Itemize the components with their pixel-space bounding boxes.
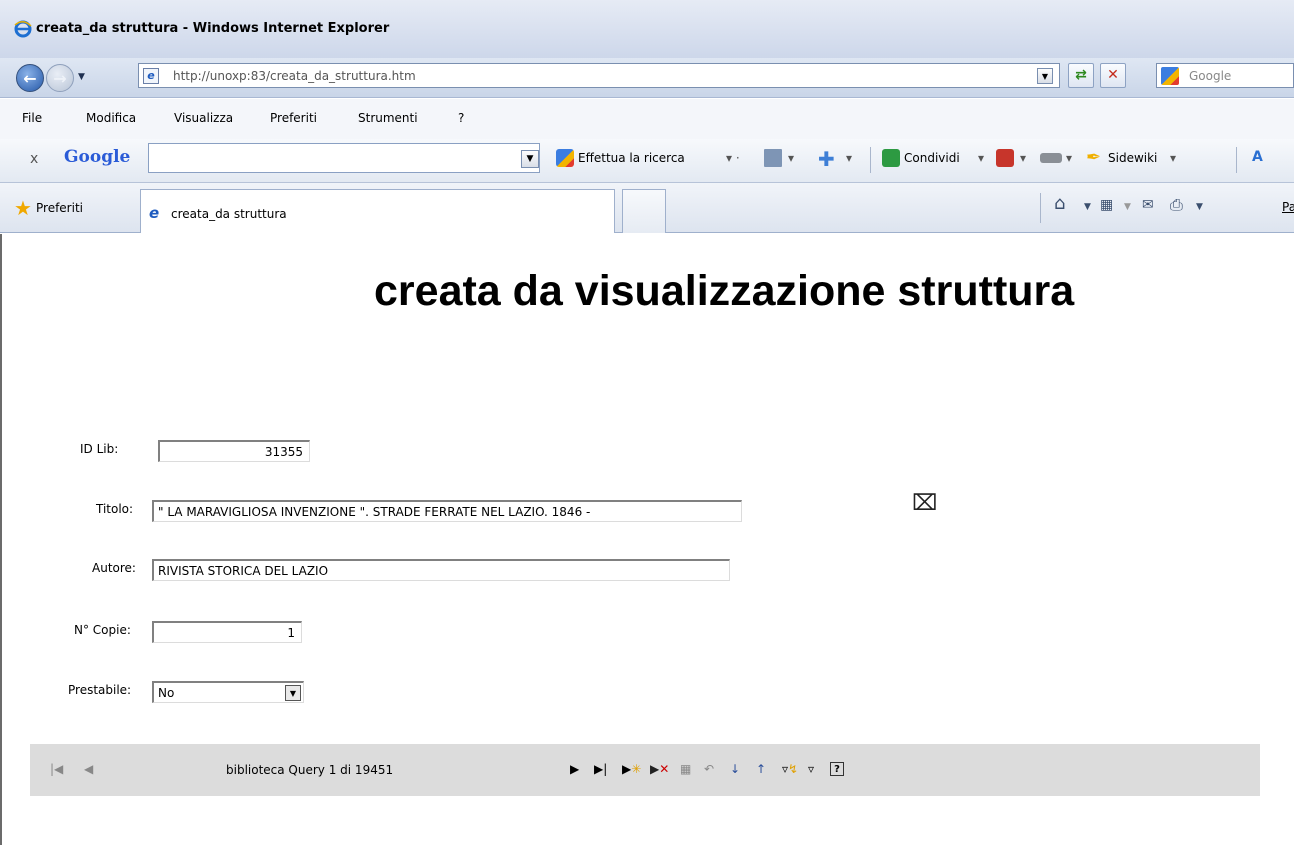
last-record-icon[interactable]: ▶| [594, 762, 607, 776]
favorites-label[interactable]: Preferiti [36, 201, 83, 215]
new-record-icon[interactable]: ▶✳ [622, 762, 641, 776]
search-input[interactable]: Google [1156, 63, 1294, 88]
stop-button[interactable]: ✕ [1100, 63, 1126, 88]
page-menu-button[interactable]: Pa [1282, 200, 1294, 214]
record-navigation-bar: |◀ ◀ biblioteca Query 1 di 19451 ▶ ▶| ▶✳… [30, 744, 1260, 796]
favorites-bar: ★ Preferiti e creata_da struttura ⌂ ▼ ▦ … [0, 183, 1294, 233]
toolbar-separator [1236, 147, 1237, 173]
add-button-icon[interactable]: ✚ [818, 147, 835, 171]
back-button[interactable]: ← [16, 64, 44, 92]
copie-field[interactable]: 1 [152, 621, 302, 643]
menu-visualizza[interactable]: Visualizza [174, 111, 233, 125]
tool-dropdown-icon[interactable]: ▾ [1066, 151, 1072, 165]
ie-tab-icon: e [149, 204, 160, 222]
delete-record-icon[interactable]: ▶✕ [650, 762, 669, 776]
save-record-icon[interactable]: ▦ [680, 762, 691, 776]
google-search-dropdown-icon[interactable]: ▼ [521, 150, 539, 168]
spellcheck-icon[interactable]: A [1252, 149, 1263, 165]
home-icon[interactable]: ⌂ [1054, 193, 1065, 214]
previous-record-icon[interactable]: ◀ [84, 762, 93, 776]
autore-label: Autore: [92, 561, 136, 575]
share-dropdown-icon[interactable]: ▾ [978, 151, 984, 165]
prestabile-label: Prestabile: [68, 683, 132, 697]
print-dropdown-icon[interactable]: ▼ [1196, 202, 1203, 212]
printer-icon[interactable]: ⎙ [1170, 195, 1183, 215]
refresh-button[interactable]: ⇄ [1068, 63, 1094, 88]
autore-field[interactable]: RIVISTA STORICA DEL LAZIO [152, 559, 730, 581]
filter-icon[interactable]: ▿ [808, 762, 814, 776]
history-dropdown-icon[interactable]: ▼ [78, 72, 85, 82]
menu-modifica[interactable]: Modifica [86, 111, 136, 125]
filter-by-selection-icon[interactable]: ▿↯ [782, 762, 798, 776]
stop-icon: ✕ [1107, 67, 1119, 83]
popup-dropdown-icon[interactable]: ▾ [1020, 151, 1026, 165]
titolo-field[interactable]: " LA MARAVIGLIOSA INVENZIONE ". STRADE F… [152, 500, 742, 522]
sort-ascending-icon[interactable]: ↓ [730, 762, 740, 776]
google-logo: Google [64, 147, 130, 167]
menu-strumenti[interactable]: Strumenti [358, 111, 418, 125]
page-content: creata da visualizzazione struttura ID L… [0, 234, 1294, 845]
window-title: creata_da struttura - Windows Internet E… [36, 21, 390, 36]
first-record-icon[interactable]: |◀ [50, 762, 63, 776]
rss-dropdown-icon[interactable]: ▼ [1124, 202, 1131, 212]
menu-preferiti[interactable]: Preferiti [270, 111, 317, 125]
toolbar-close-button[interactable]: x [30, 151, 38, 167]
home-dropdown-icon[interactable]: ▼ [1084, 202, 1091, 212]
address-url: http://unoxp:83/creata_da_struttura.htm [173, 69, 416, 83]
share-button[interactable]: Condividi [904, 151, 960, 165]
copie-label: N° Copie: [74, 623, 131, 637]
toolbar-separator [870, 147, 871, 173]
next-record-icon[interactable]: ▶ [570, 762, 579, 776]
back-arrow-icon: ← [23, 68, 37, 88]
address-input[interactable]: e http://unoxp:83/creata_da_struttura.ht… [138, 63, 1060, 88]
sidewiki-icon: ✒ [1086, 147, 1102, 168]
search-web-icon [556, 149, 574, 167]
sidewiki-dropdown-icon[interactable]: ▾ [1170, 151, 1176, 165]
id-lib-label: ID Lib: [80, 442, 119, 456]
toolbar-separator [1040, 193, 1041, 223]
sort-descending-icon[interactable]: ↑ [756, 762, 766, 776]
search-dropdown-icon[interactable]: ▾ · [726, 151, 740, 165]
text-cursor-icon: ⌧ [912, 491, 938, 516]
tab-creata-da-struttura[interactable]: e creata_da struttura [140, 189, 615, 233]
new-tab-button[interactable] [622, 189, 666, 233]
mail-icon[interactable]: ✉ [1142, 197, 1154, 213]
menu-help[interactable]: ? [458, 111, 464, 125]
menu-file[interactable]: File [22, 111, 42, 125]
page-options-icon[interactable] [764, 149, 782, 167]
page-title: creata da visualizzazione struttura [374, 267, 1075, 315]
google-icon [1161, 67, 1179, 85]
star-icon[interactable]: ★ [14, 196, 32, 220]
address-dropdown-icon[interactable]: ▼ [1037, 68, 1053, 84]
record-status: biblioteca Query 1 di 19451 [226, 763, 394, 777]
add-dropdown-icon[interactable]: ▾ [846, 151, 852, 165]
help-icon[interactable]: ? [830, 762, 844, 776]
page-icon: e [143, 68, 159, 84]
google-logo-text: Google [64, 147, 131, 167]
sidewiki-button[interactable]: Sidewiki [1108, 151, 1157, 165]
ie-logo-icon [14, 20, 32, 41]
prestabile-value: No [158, 686, 175, 700]
tab-label: creata_da struttura [171, 207, 287, 221]
refresh-icon: ⇄ [1075, 67, 1087, 83]
undo-icon[interactable]: ↶ [704, 762, 714, 776]
tool-icon[interactable] [1040, 153, 1062, 163]
menu-bar: File Modifica Visualizza Preferiti Strum… [0, 99, 1294, 139]
prestabile-select[interactable]: No ▼ [152, 681, 304, 703]
page-options-dropdown-icon[interactable]: ▾ [788, 151, 794, 165]
window-title-bar: creata_da struttura - Windows Internet E… [0, 0, 1294, 58]
forward-arrow-icon: → [53, 68, 67, 88]
id-lib-field[interactable]: 31355 [158, 440, 310, 462]
forward-button[interactable]: → [46, 64, 74, 92]
share-icon [882, 149, 900, 167]
search-web-button[interactable]: Effettua la ricerca [578, 151, 685, 165]
titolo-label: Titolo: [96, 502, 134, 516]
chevron-down-icon[interactable]: ▼ [285, 685, 301, 701]
search-placeholder: Google [1189, 69, 1232, 83]
google-toolbar: x Google ▼ Effettua la ricerca ▾ · ▾ ✚ ▾… [0, 139, 1294, 183]
popup-blocker-icon[interactable] [996, 149, 1014, 167]
google-search-input[interactable]: ▼ [148, 143, 540, 173]
rss-icon[interactable]: ▦ [1100, 197, 1113, 213]
